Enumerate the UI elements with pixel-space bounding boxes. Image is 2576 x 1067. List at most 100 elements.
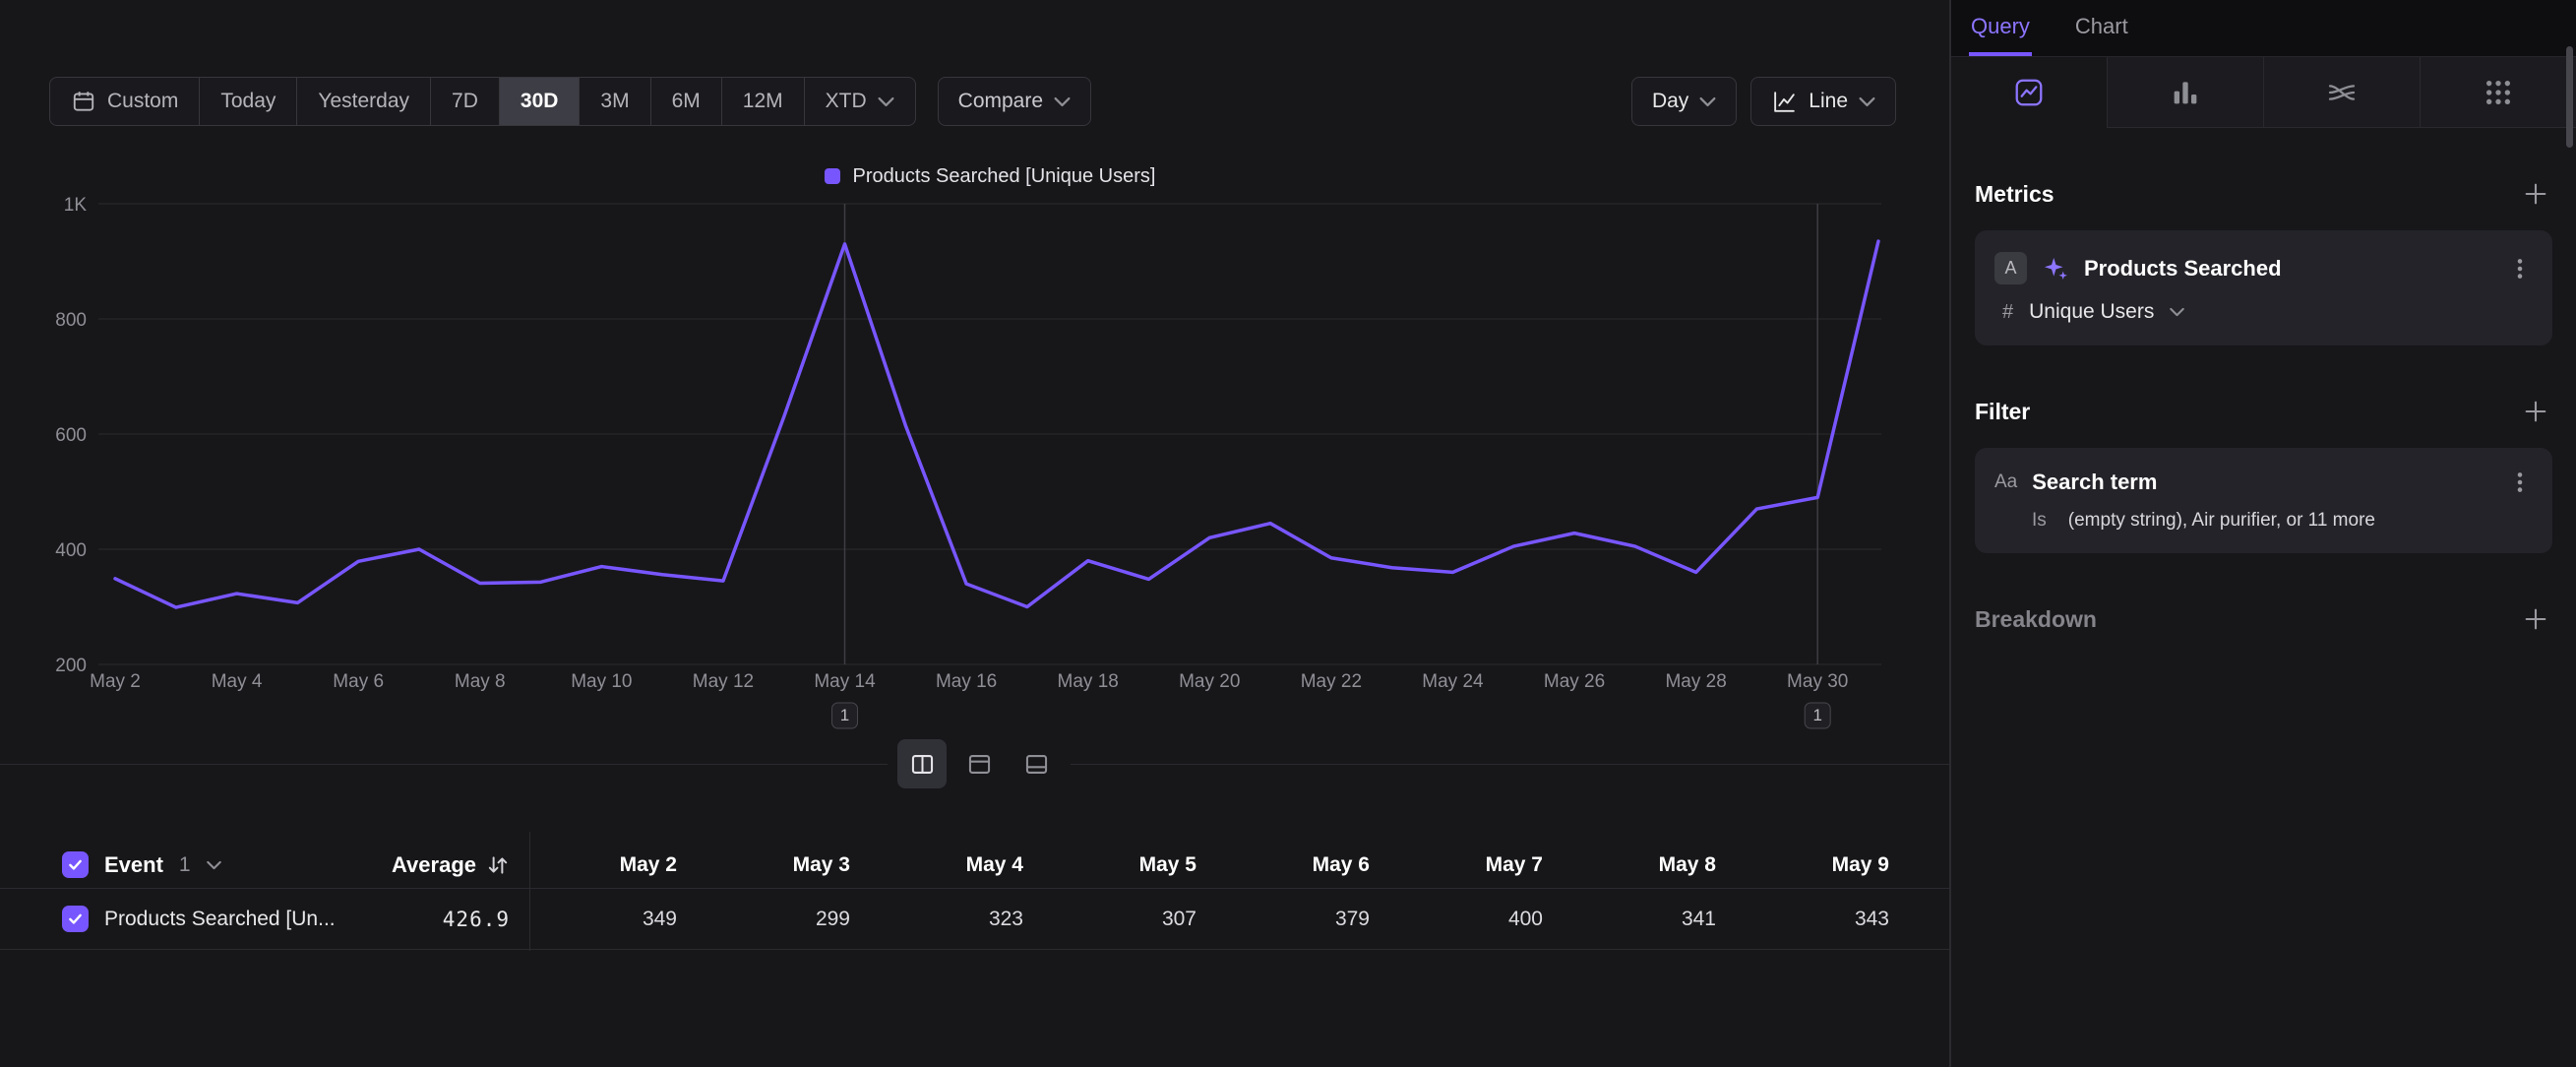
value-cell: 307 — [1049, 908, 1222, 931]
calendar-icon — [71, 89, 96, 114]
value-cell: 341 — [1568, 908, 1742, 931]
select-all-checkbox[interactable] — [62, 851, 89, 878]
table-header-row: Event 1 Average May 2 May 3 May 4 May 5 … — [0, 842, 1949, 889]
range-3m-button[interactable]: 3M — [579, 78, 649, 125]
range-12m-button[interactable]: 12M — [721, 78, 804, 125]
value-cell: 299 — [703, 908, 876, 931]
chart-type-line-tab[interactable] — [1951, 57, 2107, 128]
layout-split-button[interactable] — [897, 739, 947, 788]
svg-text:May 16: May 16 — [936, 671, 997, 692]
chevron-down-icon — [878, 96, 894, 107]
layout-bottom-icon — [1023, 751, 1050, 778]
svg-text:May 28: May 28 — [1665, 671, 1726, 692]
date-column-header: May 8 — [1568, 853, 1742, 877]
string-type-badge: Aa — [1994, 471, 2017, 493]
range-label: 30D — [521, 90, 559, 113]
filter-operator[interactable]: Is — [2032, 510, 2047, 532]
sort-icon[interactable] — [486, 853, 510, 877]
layout-toggle-group — [888, 739, 1071, 788]
filter-property-name[interactable]: Search term — [2032, 470, 2492, 495]
line-chart-canvas[interactable]: 2004006008001K11May 2May 4May 6May 8May … — [0, 187, 1949, 748]
range-label: XTD — [826, 90, 867, 113]
column-spacer — [512, 889, 529, 949]
range-xtd-button[interactable]: XTD — [804, 78, 915, 125]
tab-label: Query — [1971, 14, 2030, 39]
filter-section-header: Filter — [1975, 395, 2552, 428]
average-value-cell: 426.9 — [354, 908, 512, 931]
query-sidebar: Query Chart — [1949, 0, 2576, 1067]
chevron-down-icon — [1054, 96, 1071, 107]
range-label: 12M — [743, 90, 783, 113]
date-column-header: May 7 — [1395, 853, 1568, 877]
range-yesterday-button[interactable]: Yesterday — [296, 78, 430, 125]
line-chart-icon — [1771, 89, 1798, 115]
filter-condition-row[interactable]: Is (empty string), Air purifier, or 11 m… — [1994, 510, 2533, 532]
svg-text:400: 400 — [55, 540, 87, 561]
layout-bottom-button[interactable] — [1012, 739, 1061, 788]
chevron-down-icon — [1699, 96, 1716, 107]
add-breakdown-button[interactable] — [2519, 602, 2552, 636]
svg-text:1: 1 — [840, 706, 849, 724]
chart-type-bar-tab[interactable] — [2107, 57, 2263, 128]
event-sparkle-icon — [2042, 255, 2069, 282]
breakdown-title: Breakdown — [1975, 606, 2097, 633]
line-chart[interactable]: 2004006008001K11May 2May 4May 6May 8May … — [0, 187, 1949, 748]
breakdown-section-header: Breakdown — [1975, 602, 2552, 636]
chart-type-label: Line — [1809, 90, 1848, 113]
scrollbar-thumb[interactable] — [2566, 46, 2573, 148]
date-column-header: May 6 — [1222, 853, 1395, 877]
value-cell: 400 — [1395, 908, 1568, 931]
chevron-down-icon — [1859, 96, 1875, 107]
app-root: Custom Today Yesterday 7D 30D 3M 6M 12M … — [0, 0, 2576, 1067]
metric-name[interactable]: Products Searched — [2084, 256, 2492, 282]
value-cell: 379 — [1222, 908, 1395, 931]
aggregation-selector[interactable]: Unique Users — [2029, 300, 2154, 324]
metric-letter-badge: A — [1994, 252, 2027, 284]
range-custom-button[interactable]: Custom — [50, 78, 199, 125]
range-7d-button[interactable]: 7D — [430, 78, 499, 125]
add-metric-button[interactable] — [2519, 177, 2552, 211]
svg-text:May 26: May 26 — [1544, 671, 1605, 692]
add-filter-button[interactable] — [2519, 395, 2552, 428]
chart-controls: Day Line — [1631, 77, 1896, 126]
range-today-button[interactable]: Today — [199, 78, 296, 125]
chart-type-button[interactable]: Line — [1750, 77, 1896, 126]
event-header-cell: Event 1 — [0, 851, 354, 878]
chart-type-flow-tab[interactable] — [2263, 57, 2420, 128]
date-column-header: May 4 — [876, 853, 1049, 877]
svg-text:May 6: May 6 — [333, 671, 384, 692]
granularity-button[interactable]: Day — [1631, 77, 1737, 126]
range-6m-button[interactable]: 6M — [650, 78, 721, 125]
chevron-down-icon[interactable] — [207, 860, 221, 870]
event-row-cell: Products Searched [Un... — [0, 906, 354, 932]
value-cell: 349 — [529, 908, 703, 931]
range-30d-button[interactable]: 30D — [499, 78, 580, 125]
kebab-menu-icon[interactable] — [2507, 256, 2533, 282]
chart-type-grid-tab[interactable] — [2420, 57, 2576, 128]
layout-top-icon — [966, 751, 993, 778]
range-label: Yesterday — [318, 90, 409, 113]
kebab-menu-icon[interactable] — [2507, 470, 2533, 495]
svg-text:200: 200 — [55, 656, 87, 676]
tab-query[interactable]: Query — [1969, 0, 2032, 56]
filter-card[interactable]: Aa Search term Is (empty string), Air pu… — [1975, 448, 2552, 553]
date-column-header: May 3 — [703, 853, 876, 877]
metric-card[interactable]: A Products Searched # Unique Users — [1975, 230, 2552, 345]
filter-value[interactable]: (empty string), Air purifier, or 11 more — [2068, 510, 2375, 532]
layout-top-button[interactable] — [954, 739, 1004, 788]
svg-text:May 24: May 24 — [1422, 671, 1484, 692]
average-header-cell[interactable]: Average — [354, 852, 512, 878]
svg-text:May 8: May 8 — [455, 671, 506, 692]
row-checkbox[interactable] — [62, 906, 89, 932]
chevron-down-icon[interactable] — [2170, 307, 2184, 317]
event-row-label[interactable]: Products Searched [Un... — [104, 908, 336, 931]
average-header-label: Average — [392, 852, 476, 878]
line-chart-icon — [2013, 77, 2045, 108]
tab-chart[interactable]: Chart — [2073, 0, 2130, 56]
metric-card-row: A Products Searched — [1994, 252, 2533, 284]
compare-button[interactable]: Compare — [938, 77, 1091, 126]
bar-chart-icon — [2170, 77, 2201, 108]
date-column-header: May 2 — [529, 853, 703, 877]
range-label: Custom — [107, 90, 178, 113]
metrics-section-header: Metrics — [1975, 177, 2552, 211]
